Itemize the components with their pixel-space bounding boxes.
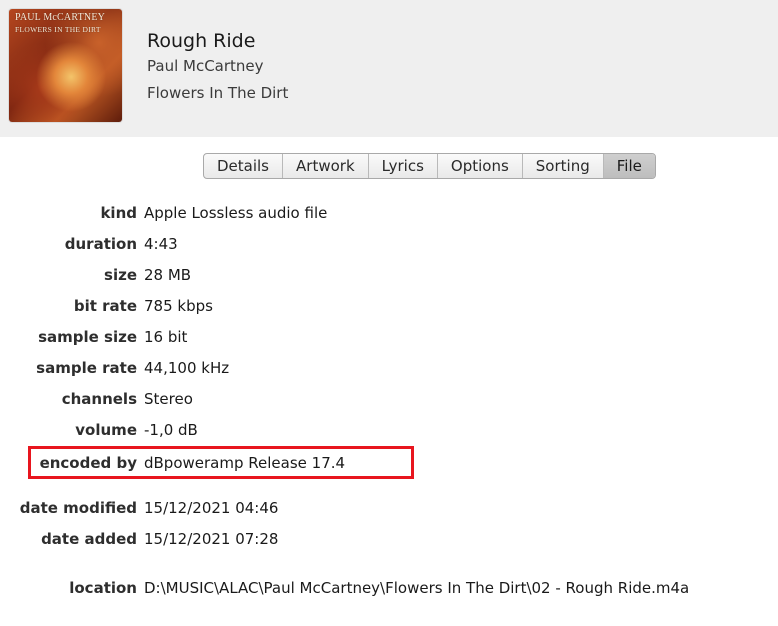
info-row-location: location D:\MUSIC\ALAC\Paul McCartney\Fl… xyxy=(0,579,778,601)
date-added-label: date added xyxy=(41,530,137,548)
artwork-lettering: PAUL McCARTNEY FLOWERS IN THE DIRT xyxy=(15,12,118,36)
info-row-volume: volume -1,0 dB xyxy=(0,421,778,443)
info-tab-bar: Details Artwork Lyrics Options Sorting F… xyxy=(203,153,656,179)
sample-rate-value: 44,100 kHz xyxy=(144,359,230,377)
info-row-size: size 28 MB xyxy=(0,266,778,288)
channels-value: Stereo xyxy=(144,390,193,408)
tab-sorting[interactable]: Sorting xyxy=(523,154,604,178)
tab-details[interactable]: Details xyxy=(204,154,284,178)
track-title: Rough Ride xyxy=(147,30,256,52)
kind-label: kind xyxy=(100,204,137,222)
sample-size-label: sample size xyxy=(38,328,137,346)
artwork-album-text: FLOWERS IN THE DIRT xyxy=(15,25,101,34)
channels-label: channels xyxy=(61,390,137,408)
size-label: size xyxy=(104,266,137,284)
info-row-sample-rate: sample rate 44,100 kHz xyxy=(0,359,778,381)
sample-size-value: 16 bit xyxy=(144,328,188,346)
tab-options[interactable]: Options xyxy=(438,154,523,178)
track-header: PAUL McCARTNEY FLOWERS IN THE DIRT Rough… xyxy=(0,0,778,137)
info-row-date-modified: date modified 15/12/2021 04:46 xyxy=(0,499,778,521)
volume-label: volume xyxy=(75,421,137,439)
encoded-by-highlight-box xyxy=(28,446,414,479)
size-value: 28 MB xyxy=(144,266,192,284)
location-value[interactable]: D:\MUSIC\ALAC\Paul McCartney\Flowers In … xyxy=(144,579,689,597)
info-row-channels: channels Stereo xyxy=(0,390,778,412)
duration-label: duration xyxy=(64,235,137,253)
tab-file[interactable]: File xyxy=(603,154,655,178)
info-row-duration: duration 4:43 xyxy=(0,235,778,257)
info-row-sample-size: sample size 16 bit xyxy=(0,328,778,350)
tab-artwork[interactable]: Artwork xyxy=(283,154,369,178)
sample-rate-label: sample rate xyxy=(36,359,137,377)
date-added-value: 15/12/2021 07:28 xyxy=(144,530,279,548)
info-row-kind: kind Apple Lossless audio file xyxy=(0,204,778,226)
track-artist: Paul McCartney xyxy=(147,57,264,75)
info-row-bit-rate: bit rate 785 kbps xyxy=(0,297,778,319)
location-label: location xyxy=(69,579,137,597)
artwork-artist-text: PAUL McCARTNEY xyxy=(15,12,106,23)
tab-lyrics[interactable]: Lyrics xyxy=(369,154,438,178)
bit-rate-value: 785 kbps xyxy=(144,297,213,315)
track-album: Flowers In The Dirt xyxy=(147,84,289,102)
volume-value: -1,0 dB xyxy=(144,421,198,439)
kind-value: Apple Lossless audio file xyxy=(144,204,328,222)
bit-rate-label: bit rate xyxy=(73,297,137,315)
date-modified-label: date modified xyxy=(19,499,137,517)
album-artwork[interactable]: PAUL McCARTNEY FLOWERS IN THE DIRT xyxy=(9,9,122,122)
duration-value: 4:43 xyxy=(144,235,178,253)
date-modified-value: 15/12/2021 04:46 xyxy=(144,499,279,517)
info-row-date-added: date added 15/12/2021 07:28 xyxy=(0,530,778,552)
